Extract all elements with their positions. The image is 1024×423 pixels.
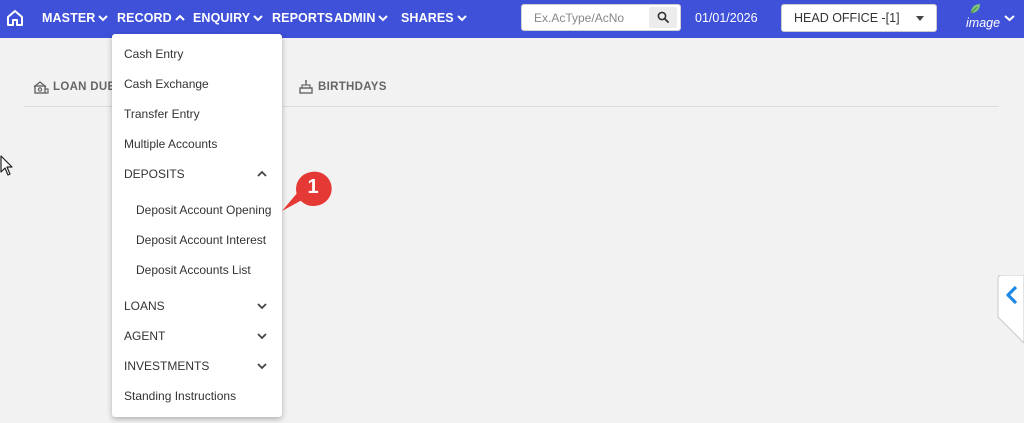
menu-group-loans[interactable]: LOANS [112, 291, 282, 321]
broken-image-icon [970, 4, 980, 14]
chevron-down-icon[interactable] [1004, 14, 1015, 22]
menu-group-label: DEPOSITS [124, 167, 185, 181]
menu-item-standing-instructions[interactable]: Standing Instructions [112, 381, 282, 411]
tab-loan-due[interactable]: LOAN DUE [33, 78, 123, 96]
menu-item-cash-entry[interactable]: Cash Entry [112, 39, 282, 69]
avatar-alt-text: image [966, 16, 1001, 30]
menu-group-label: AGENT [124, 329, 166, 343]
side-panel-toggle[interactable] [996, 275, 1024, 345]
home-icon[interactable] [6, 9, 24, 27]
loan-icon [33, 81, 49, 94]
chevron-down-icon [98, 15, 109, 22]
menu-item-label: Cash Entry [124, 47, 184, 61]
record-dropdown-menu: Cash Entry Cash Exchange Transfer Entry … [112, 34, 282, 417]
working-date: 01/01/2026 [695, 11, 758, 25]
search-button[interactable] [649, 7, 677, 28]
nav-admin-label: ADMIN [334, 11, 376, 25]
top-navbar: MASTER RECORD ENQUIRY REPORTS ADMIN SHAR… [0, 0, 1024, 38]
nav-reports-label: REPORTS [272, 11, 334, 25]
menu-item-label: Standing Instructions [124, 389, 237, 403]
menu-group-deposits[interactable]: DEPOSITS [112, 159, 282, 189]
search-icon [657, 11, 669, 23]
menu-item-multiple-accounts[interactable]: Multiple Accounts [112, 129, 282, 159]
chevron-down-icon [253, 15, 263, 22]
tab-birthdays[interactable]: BIRTHDAYS [298, 78, 388, 96]
menu-item-label: Deposit Accounts List [136, 263, 251, 277]
menu-item-deposit-account-interest[interactable]: Deposit Account Interest [112, 225, 282, 255]
avatar[interactable]: image [966, 3, 1000, 35]
account-search [521, 4, 681, 31]
nav-reports[interactable]: REPORTS [272, 0, 333, 38]
nav-record[interactable]: RECORD [117, 0, 185, 38]
callout-number: 1 [307, 176, 319, 198]
menu-item-deposit-account-opening[interactable]: Deposit Account Opening [112, 195, 282, 225]
chevron-up-icon [257, 170, 267, 177]
nav-enquiry-label: ENQUIRY [193, 11, 251, 25]
nav-master-label: MASTER [42, 11, 96, 25]
menu-item-label: Transfer Entry [124, 107, 200, 121]
chevron-down-icon [257, 303, 267, 310]
chevron-down-icon [257, 333, 267, 340]
branch-select-value: HEAD OFFICE -[1] [794, 11, 900, 25]
caret-down-icon [916, 16, 924, 21]
menu-group-agent[interactable]: AGENT [112, 321, 282, 351]
cake-icon [299, 80, 313, 94]
nav-shares-label: SHARES [401, 11, 454, 25]
mouse-cursor-icon [0, 155, 13, 176]
branch-select[interactable]: HEAD OFFICE -[1] [781, 4, 937, 32]
menu-item-label: Deposit Account Opening [136, 203, 272, 217]
nav-shares[interactable]: SHARES [401, 0, 467, 38]
nav-master[interactable]: MASTER [42, 0, 109, 38]
nav-admin[interactable]: ADMIN [334, 0, 389, 38]
tab-loan-due-label: LOAN DUE [53, 81, 116, 93]
menu-item-label: Cash Exchange [124, 77, 209, 91]
chevron-down-icon [257, 363, 267, 370]
nav-record-label: RECORD [117, 11, 172, 25]
nav-enquiry[interactable]: ENQUIRY [193, 0, 263, 38]
search-input[interactable] [522, 5, 648, 30]
menu-item-label: Deposit Account Interest [136, 233, 267, 247]
chevron-down-icon [456, 15, 467, 22]
menu-item-transfer-entry[interactable]: Transfer Entry [112, 99, 282, 129]
chevron-down-icon [378, 15, 389, 22]
menu-item-cash-exchange[interactable]: Cash Exchange [112, 69, 282, 99]
menu-item-deposit-accounts-list[interactable]: Deposit Accounts List [112, 255, 282, 285]
chevron-up-icon [175, 14, 185, 21]
menu-item-label: Multiple Accounts [124, 137, 218, 151]
menu-group-label: INVESTMENTS [124, 359, 210, 373]
menu-group-label: LOANS [124, 299, 165, 313]
tab-birthdays-label: BIRTHDAYS [318, 81, 387, 93]
step-callout: 1 [280, 170, 336, 216]
menu-group-investments[interactable]: INVESTMENTS [112, 351, 282, 381]
